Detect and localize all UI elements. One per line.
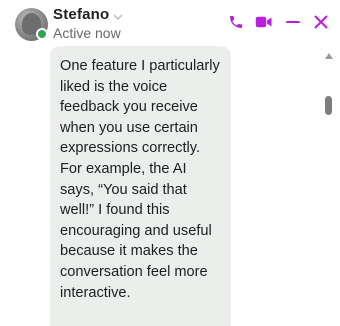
minimize-icon xyxy=(286,21,300,23)
scroll-up-arrow-icon[interactable] xyxy=(325,53,333,59)
video-camera-icon xyxy=(255,16,272,28)
contact-name[interactable]: Stefano xyxy=(53,6,109,23)
chevron-down-icon[interactable] xyxy=(113,12,123,22)
active-status: Active now xyxy=(53,25,121,41)
message-text: One feature I particularly liked is the … xyxy=(60,58,220,301)
chat-header: Stefano Active now xyxy=(0,0,340,44)
minimize-button[interactable] xyxy=(283,12,303,32)
close-button[interactable] xyxy=(311,12,331,32)
video-call-button[interactable] xyxy=(254,12,274,32)
phone-icon xyxy=(230,16,242,28)
online-status-icon xyxy=(36,28,48,40)
scrollbar-thumb[interactable] xyxy=(325,96,332,115)
message-bubble[interactable]: One feature I particularly liked is the … xyxy=(50,46,231,326)
message-area[interactable]: One feature I particularly liked is the … xyxy=(0,44,340,326)
call-button[interactable] xyxy=(226,12,246,32)
close-icon xyxy=(314,15,328,29)
